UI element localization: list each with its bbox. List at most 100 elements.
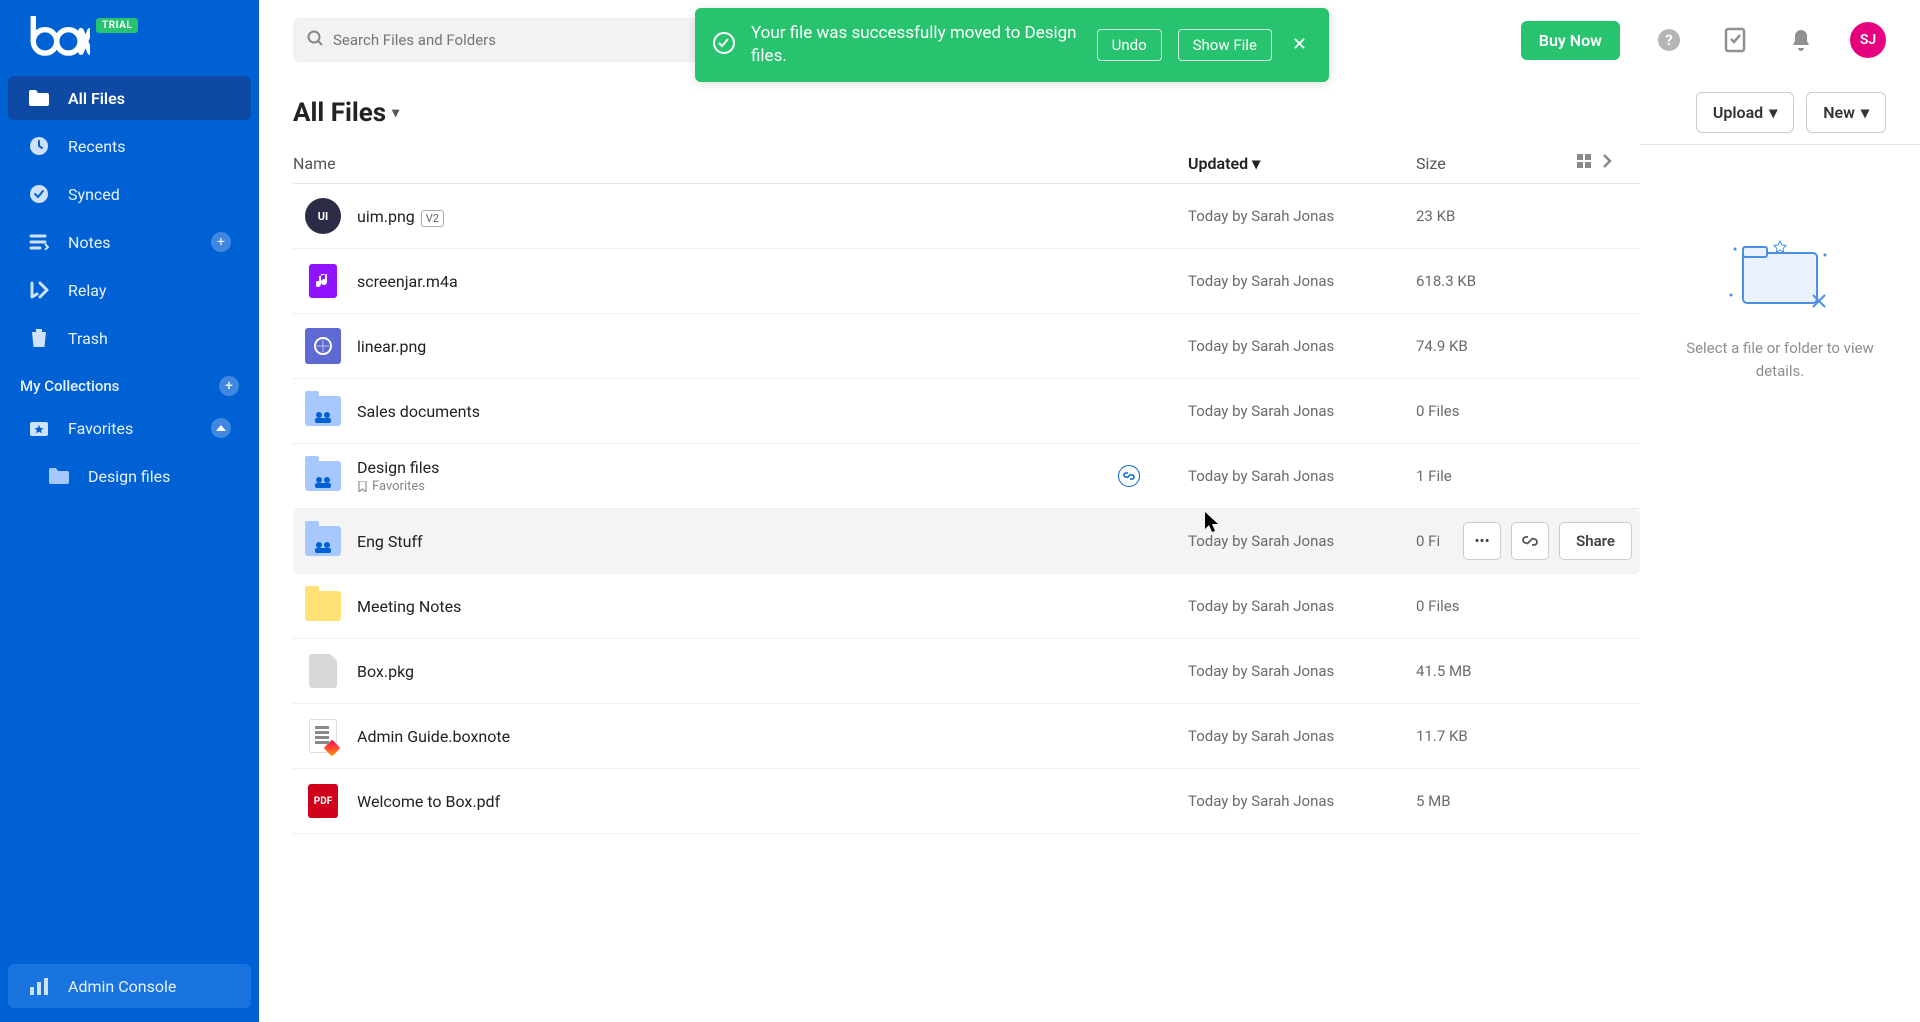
grid-view-icon[interactable] <box>1576 153 1592 173</box>
tasks-icon[interactable] <box>1718 23 1752 57</box>
file-name[interactable]: screenjar.m4a <box>357 272 458 291</box>
file-size: 1 File <box>1416 467 1576 485</box>
trash-icon <box>28 327 50 349</box>
sidebar-item-all-files[interactable]: All Files <box>8 76 251 120</box>
column-name[interactable]: Name <box>293 154 1188 173</box>
sidebar: TRIAL All Files Recents Synced Notes + R… <box>0 0 259 1022</box>
sort-desc-icon: ▾ <box>1252 154 1260 173</box>
my-collections-header[interactable]: My Collections + <box>0 362 259 404</box>
file-updated: Today by Sarah Jonas <box>1188 337 1416 355</box>
file-row[interactable]: Eng StuffToday by Sarah Jonas0 Fi•••Shar… <box>293 509 1640 574</box>
boxnote-file-icon <box>305 718 341 754</box>
pdf-file-icon: PDF <box>305 783 341 819</box>
file-size: 74.9 KB <box>1416 337 1576 355</box>
undo-button[interactable]: Undo <box>1097 29 1162 61</box>
user-avatar[interactable]: SJ <box>1850 22 1886 58</box>
trial-badge: TRIAL <box>96 18 138 33</box>
show-file-button[interactable]: Show File <box>1178 29 1272 61</box>
file-name[interactable]: uim.png <box>357 207 415 226</box>
audio-file-icon <box>305 263 341 299</box>
version-badge[interactable]: V2 <box>421 210 444 227</box>
success-toast: Your file was successfully moved to Desi… <box>695 8 1329 82</box>
file-name[interactable]: Meeting Notes <box>357 597 461 616</box>
collapse-icon[interactable] <box>211 418 231 438</box>
file-sublabel: Favorites <box>357 479 1188 494</box>
sidebar-item-label: Synced <box>68 185 231 204</box>
more-actions-button[interactable]: ••• <box>1463 522 1501 560</box>
file-name-cell: Admin Guide.boxnote <box>357 727 1188 746</box>
file-name-cell: Welcome to Box.pdf <box>357 792 1188 811</box>
file-row[interactable]: PDF Welcome to Box.pdf Today by Sarah Jona… <box>293 769 1640 834</box>
new-button[interactable]: New▾ <box>1806 92 1886 133</box>
sidebar-item-recents[interactable]: Recents <box>8 124 251 168</box>
upload-button[interactable]: Upload ▾ <box>1696 92 1794 133</box>
shared-folder-icon <box>305 458 341 494</box>
file-name[interactable]: Box.pkg <box>357 662 414 681</box>
help-icon[interactable]: ? <box>1652 23 1686 57</box>
file-row[interactable]: Sales documentsToday by Sarah Jonas0 Fil… <box>293 379 1640 444</box>
file-row[interactable]: linear.png Today by Sarah Jonas74.9 KB <box>293 314 1640 379</box>
notes-icon <box>28 231 50 253</box>
file-size: 11.7 KB <box>1416 727 1576 745</box>
file-row[interactable]: Design filesFavoritesToday by Sarah Jona… <box>293 444 1640 509</box>
relay-icon <box>28 279 50 301</box>
file-name[interactable]: linear.png <box>357 337 426 356</box>
sidebar-item-label: Relay <box>68 281 231 300</box>
file-rows: UIuim.pngV2Today by Sarah Jonas23 KBscre… <box>293 184 1640 1022</box>
box-logo-icon[interactable] <box>18 16 90 56</box>
sidebar-item-design-files[interactable]: Design files <box>8 454 251 498</box>
file-size: 5 MB <box>1416 792 1576 810</box>
file-updated: Today by Sarah Jonas <box>1188 532 1416 550</box>
star-folder-icon <box>28 417 50 439</box>
sidebar-item-synced[interactable]: Synced <box>8 172 251 216</box>
file-updated: Today by Sarah Jonas <box>1188 727 1416 745</box>
file-size: 618.3 KB <box>1416 272 1576 290</box>
upload-label: Upload <box>1713 103 1763 122</box>
caret-down-icon: ▾ <box>1769 103 1777 122</box>
sidebar-item-relay[interactable]: Relay <box>8 268 251 312</box>
file-name[interactable]: Welcome to Box.pdf <box>357 792 500 811</box>
file-name[interactable]: Sales documents <box>357 402 480 421</box>
column-size[interactable]: Size <box>1416 154 1576 173</box>
folder-shared-icon <box>48 465 70 487</box>
folder-placeholder-icon <box>1725 235 1835 319</box>
expand-pane-icon[interactable] <box>1602 153 1612 173</box>
file-name-cell: Eng Stuff <box>357 532 1188 551</box>
file-name[interactable]: Eng Stuff <box>357 532 423 551</box>
sidebar-item-trash[interactable]: Trash <box>8 316 251 360</box>
add-collection-icon[interactable]: + <box>219 376 239 396</box>
share-button[interactable]: Share <box>1559 522 1632 560</box>
page-title-dropdown[interactable]: All Files ▾ <box>293 98 399 128</box>
main-area: Your file was successfully moved to Desi… <box>259 0 1920 1022</box>
buy-now-button[interactable]: Buy Now <box>1521 21 1620 60</box>
svg-text:?: ? <box>1665 31 1672 49</box>
sidebar-item-favorites[interactable]: Favorites <box>8 406 251 450</box>
admin-console-button[interactable]: Admin Console <box>8 964 251 1008</box>
file-row[interactable]: screenjar.m4aToday by Sarah Jonas618.3 K… <box>293 249 1640 314</box>
row-hover-actions: ••• Share <box>1463 522 1632 560</box>
add-note-icon[interactable]: + <box>211 232 231 252</box>
search-icon <box>307 30 323 50</box>
file-updated: Today by Sarah Jonas <box>1188 792 1416 810</box>
column-updated[interactable]: Updated▾ <box>1188 154 1416 173</box>
caret-down-icon: ▾ <box>1861 103 1869 122</box>
file-row[interactable]: Admin Guide.boxnote Today by Sarah Jonas1… <box>293 704 1640 769</box>
file-row[interactable]: Box.pkgToday by Sarah Jonas41.5 MB <box>293 639 1640 704</box>
shared-link-icon[interactable] <box>1118 465 1140 487</box>
app-thumbnail-icon <box>305 328 341 364</box>
section-title-label: My Collections <box>20 377 119 395</box>
file-name[interactable]: Admin Guide.boxnote <box>357 727 510 746</box>
caret-down-icon: ▾ <box>392 105 399 121</box>
close-toast-button[interactable]: ✕ <box>1288 30 1311 59</box>
file-name-cell: Sales documents <box>357 402 1188 421</box>
copy-link-button[interactable] <box>1511 522 1549 560</box>
file-size: 41.5 MB <box>1416 662 1576 680</box>
check-circle-icon <box>713 32 735 58</box>
file-name[interactable]: Design files <box>357 458 439 477</box>
generic-file-icon <box>305 653 341 689</box>
file-name-cell: screenjar.m4a <box>357 272 1188 291</box>
bell-icon[interactable] <box>1784 23 1818 57</box>
file-row[interactable]: Meeting NotesToday by Sarah Jonas0 Files <box>293 574 1640 639</box>
file-row[interactable]: UIuim.pngV2Today by Sarah Jonas23 KB <box>293 184 1640 249</box>
sidebar-item-notes[interactable]: Notes + <box>8 220 251 264</box>
